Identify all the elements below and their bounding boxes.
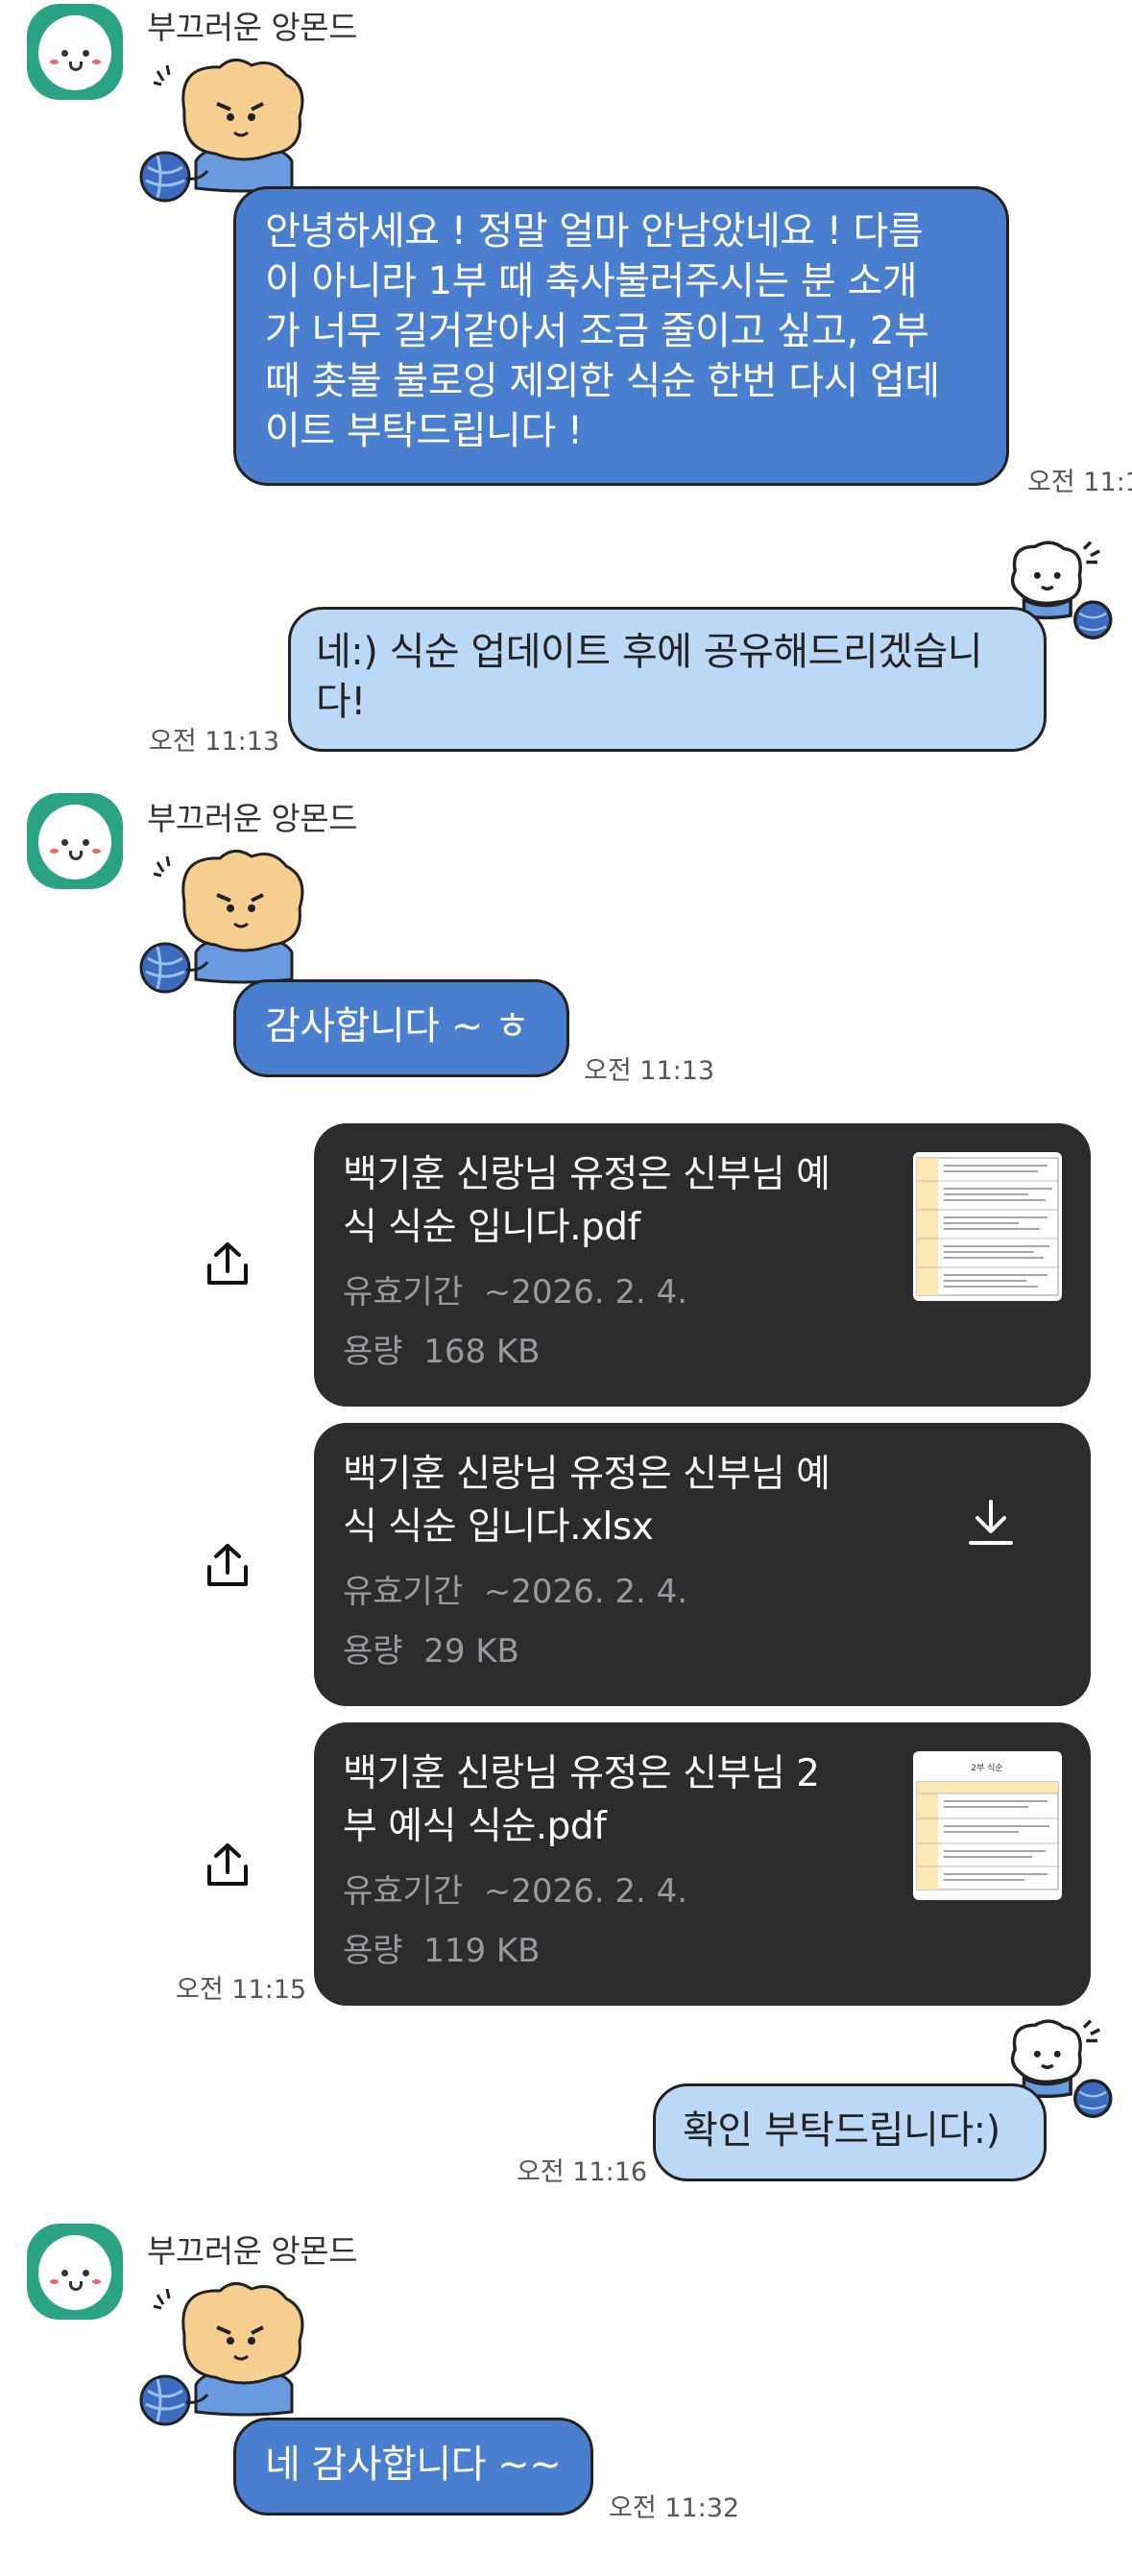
message-time: 오전 11:1 xyxy=(1027,468,1132,497)
file-thumbnail xyxy=(913,1152,1062,1301)
svg-text:2부 식순: 2부 식순 xyxy=(971,1763,1002,1773)
message-time: 오전 11:13 xyxy=(584,1056,715,1086)
share-icon[interactable] xyxy=(205,1542,250,1588)
message-time: 오전 11:15 xyxy=(176,1975,307,2005)
message-bubble[interactable]: 네:) 식순 업데이트 후에 공유해드리겠습니 다! xyxy=(288,607,1047,752)
message-bubble[interactable]: 안녕하세요 ! 정말 얼마 안남았네요 ! 다름 이 아니라 1부 때 축사불러… xyxy=(233,186,1009,486)
file-expiry: 유효기간 ~2026. 2. 4. xyxy=(343,1872,688,1911)
message-time: 오전 11:16 xyxy=(517,2157,648,2187)
avatar-face xyxy=(38,15,111,90)
share-icon[interactable] xyxy=(205,1842,250,1888)
sender-avatar[interactable] xyxy=(27,2224,123,2320)
sender-name: 부끄러운 앙몬드 xyxy=(147,800,358,837)
message-bubble[interactable]: 감사합니다 ~ ㅎ xyxy=(233,979,569,1077)
file-card[interactable]: 백기훈 신랑님 유정은 신부님 예 식 식순 입니다.xlsx 유효기간 ~20… xyxy=(314,1423,1091,1706)
message-bubble[interactable]: 확인 부탁드립니다:) xyxy=(653,2083,1047,2181)
file-expiry: 유효기간 ~2026. 2. 4. xyxy=(343,1573,688,1611)
avatar-face xyxy=(38,805,111,879)
message-time: 오전 11:13 xyxy=(149,727,280,757)
download-icon[interactable] xyxy=(967,1498,1015,1548)
sender-avatar[interactable] xyxy=(27,793,123,889)
sender-name: 부끄러운 앙몬드 xyxy=(147,9,358,46)
file-size: 용량 168 KB xyxy=(343,1333,541,1371)
file-size: 용량 119 KB xyxy=(343,1932,541,1970)
file-thumbnail: 2부 식순 xyxy=(913,1751,1062,1900)
share-icon[interactable] xyxy=(205,1240,250,1287)
file-card[interactable]: 백기훈 신랑님 유정은 신부님 2 부 예식 식순.pdf 유효기간 ~2026… xyxy=(314,1722,1091,2006)
message-time: 오전 11:32 xyxy=(609,2493,740,2523)
avatar-face xyxy=(38,2235,111,2310)
file-expiry: 유효기간 ~2026. 2. 4. xyxy=(343,1273,688,1312)
file-name: 백기훈 신랑님 유정은 신부님 예 식 식순 입니다.pdf xyxy=(343,1153,831,1249)
sender-name: 부끄러운 앙몬드 xyxy=(147,2232,358,2270)
file-card[interactable]: 백기훈 신랑님 유정은 신부님 예 식 식순 입니다.pdf 유효기간 ~202… xyxy=(314,1123,1091,1407)
sender-avatar[interactable] xyxy=(27,4,123,100)
file-size: 용량 29 KB xyxy=(343,1632,519,1671)
file-name: 백기훈 신랑님 유정은 신부님 예 식 식순 입니다.xlsx xyxy=(343,1453,831,1549)
bear-emoticon xyxy=(139,2281,304,2426)
message-bubble[interactable]: 네 감사합니다 ~~ xyxy=(233,2418,593,2516)
file-name: 백기훈 신랑님 유정은 신부님 2 부 예식 식순.pdf xyxy=(343,1752,820,1848)
